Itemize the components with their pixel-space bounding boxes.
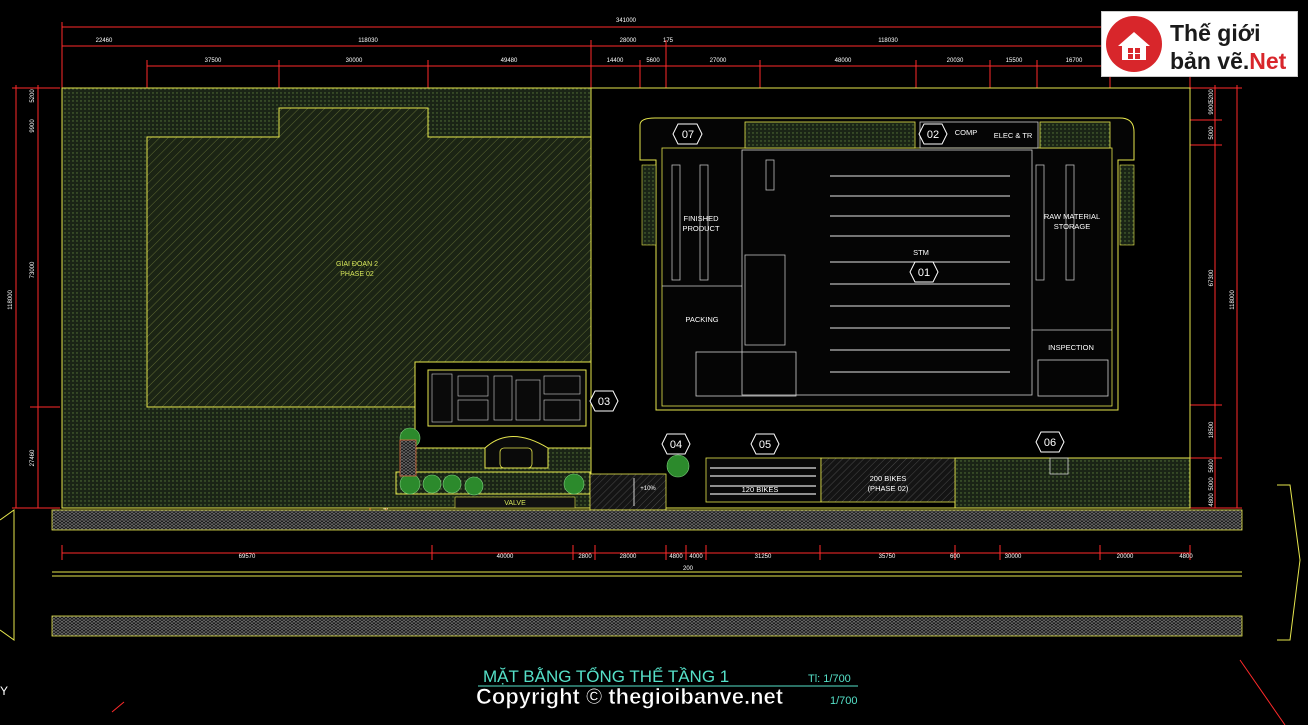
left-dim: 5200 [30, 89, 36, 103]
top-dim-row2: 27000 [710, 58, 727, 64]
entrance-gate [589, 473, 667, 511]
copyright-watermark: Copyright © thegioibanve.net [476, 684, 784, 709]
brand-logo[interactable]: Thế giới bản vẽ.Net [1101, 11, 1298, 77]
road-end-left [0, 509, 15, 641]
raw-label-line2: STORAGE [1054, 222, 1091, 231]
bike-parking-phase2-label-line2: (PHASE 02) [868, 484, 909, 493]
top-dim-row1: 118030 [358, 38, 378, 44]
marker-07: 07 [682, 129, 694, 141]
stm-label: STM [913, 248, 929, 257]
cut-line-left [111, 701, 125, 713]
marker-04: 04 [670, 439, 682, 451]
left-dim-total: 118000 [8, 290, 14, 310]
top-dim-row1: 28000 [620, 38, 637, 44]
side-planting-left [641, 164, 657, 246]
top-dim-row2: 37500 [205, 58, 222, 64]
raw-label-line1: RAW MATERIAL [1044, 212, 1100, 221]
bottom-dim: 4800 [1179, 554, 1193, 560]
top-dim-row1: 175 [663, 38, 674, 44]
factory-front-planting-right [1039, 121, 1111, 149]
top-dim-row2: 14400 [607, 58, 624, 64]
top-dim-row1: 22460 [96, 38, 113, 44]
bike-parking [705, 457, 822, 503]
bottom-dim: 20000 [1117, 554, 1134, 560]
bottom-dim: 30000 [1005, 554, 1022, 560]
overall-dimension-text: 341000 [616, 18, 637, 24]
sidewalk-bottom [51, 615, 1243, 637]
bottom-dim: 600 [950, 554, 961, 560]
packing-label: PACKING [685, 315, 718, 324]
top-dim-row2: 15500 [1006, 58, 1023, 64]
house-icon [1106, 16, 1162, 72]
marker-03: 03 [598, 396, 610, 408]
marker-06: 06 [1044, 437, 1056, 449]
side-planting-right [1119, 164, 1135, 246]
right-dim: 5000 [1209, 126, 1215, 140]
logo-text-line1: Thế giới [1170, 20, 1261, 46]
bottom-total-dim: 200 [683, 566, 694, 572]
drawing-scale: Tl: 1/700 [808, 673, 851, 685]
factory-front-planting [744, 121, 916, 149]
logo-text-net: Net [1249, 48, 1287, 74]
bike-parking-label: 120 BIKES [742, 485, 779, 494]
cut-line-right [1239, 659, 1286, 725]
phase2-label-line1: GIAI ĐOẠN 2 [336, 261, 378, 268]
left-dim: 27460 [30, 449, 36, 466]
top-dim-row2: 30000 [346, 58, 363, 64]
top-dim-row2: 20030 [947, 58, 964, 64]
site-plan-drawing: 341000 22460 118030 28000 175 118030 375… [0, 18, 1301, 725]
sidewalk-top [51, 509, 1243, 531]
finished-label-line2: PRODUCT [682, 224, 720, 233]
bottom-dim: 4800 [669, 554, 683, 560]
bottom-dim: 31250 [755, 554, 772, 560]
bottom-dim: 69570 [239, 554, 256, 560]
left-dim: 9900 [30, 119, 36, 133]
bottom-dim: 2800 [578, 554, 592, 560]
bike-parking-phase2-label-line1: 200 BIKES [870, 474, 907, 483]
right-dim: 5600 [1209, 459, 1215, 473]
right-dim: 5200 [1209, 89, 1215, 103]
top-dim-row2: 48000 [835, 58, 852, 64]
elec-label: ELEC & TR [994, 131, 1033, 140]
top-dim-row2: 49480 [501, 58, 518, 64]
marker-02: 02 [927, 129, 939, 141]
marker-05: 05 [759, 439, 771, 451]
bottom-dim: 4000 [689, 554, 703, 560]
inspection-label: INSPECTION [1048, 343, 1094, 352]
right-dim: 18500 [1209, 421, 1215, 438]
left-dim: 73000 [30, 261, 36, 278]
main-factory [639, 117, 1135, 411]
top-dim-row2: 5600 [646, 58, 660, 64]
top-dim-row2: 16700 [1066, 58, 1083, 64]
logo-text-line2: bản vẽ.Net [1170, 48, 1286, 75]
top-dim-row1: 118030 [878, 38, 898, 44]
comp-label: COMP [955, 128, 978, 137]
right-dim: 67300 [1209, 269, 1215, 286]
marker-01: 01 [918, 267, 930, 279]
gate-post [399, 439, 417, 477]
bottom-dim: 28000 [620, 554, 637, 560]
right-dim: 4800 [1209, 493, 1215, 507]
phase2-label-line2: PHASE 02 [340, 271, 374, 278]
valve-label: VALVE [504, 500, 526, 507]
bottom-dim: 35750 [879, 554, 896, 560]
bottom-dim: 40000 [497, 554, 514, 560]
right-dim: 9900 [1209, 101, 1215, 115]
axis-y-indicator: Y [0, 684, 8, 698]
road-end-right [1277, 484, 1301, 641]
ramp-label: +10% [640, 486, 656, 492]
finished-label-line1: FINISHED [683, 214, 719, 223]
right-dim: 5000 [1209, 477, 1215, 491]
right-dim-total: 118000 [1230, 290, 1236, 310]
drawing-scale-repeat: 1/700 [830, 695, 858, 707]
logo-text-line2a: bản vẽ. [1170, 48, 1250, 74]
